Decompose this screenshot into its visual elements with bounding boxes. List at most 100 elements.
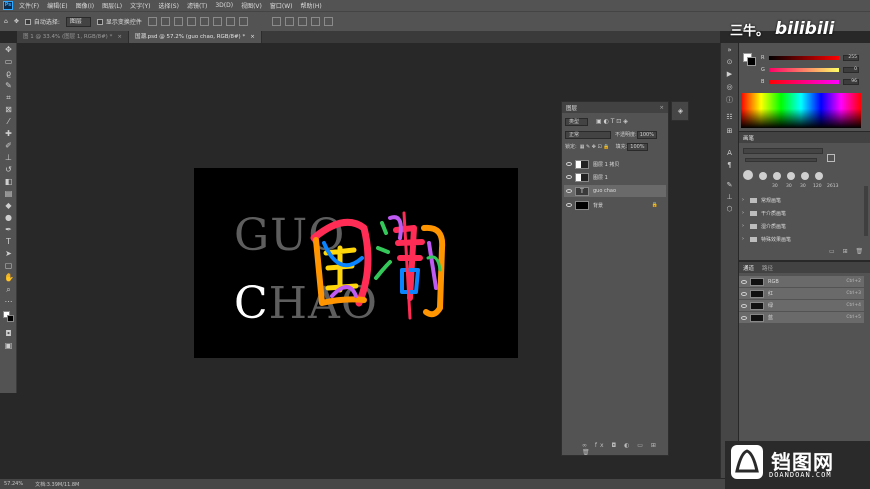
chevron-right-icon[interactable]: › bbox=[742, 223, 744, 229]
blue-bar[interactable] bbox=[769, 80, 839, 84]
brush-panel-actions[interactable]: ▭ ⊞ 🗑 bbox=[829, 248, 866, 255]
layer-row[interactable]: 图层 1 bbox=[564, 171, 666, 183]
auto-select-checkbox[interactable] bbox=[24, 18, 31, 25]
character-icon[interactable]: A bbox=[725, 149, 734, 158]
chevron-right-icon[interactable]: › bbox=[742, 197, 744, 203]
layer-row-selected[interactable]: T guo chao bbox=[564, 185, 666, 197]
menu-help[interactable]: 帮助(H) bbox=[301, 1, 322, 10]
layer-row[interactable]: 背景 🔒 bbox=[564, 199, 666, 211]
quick-select-tool-icon[interactable]: ✎ bbox=[4, 81, 13, 90]
3d-scale-icon[interactable] bbox=[323, 17, 333, 26]
brush-preset[interactable] bbox=[787, 172, 795, 180]
frame-tool-icon[interactable]: ⊠ bbox=[4, 105, 13, 114]
eyedropper-tool-icon[interactable]: ⁄ bbox=[4, 117, 13, 126]
clone-source-icon[interactable]: ⊥ bbox=[725, 193, 734, 202]
show-transform-checkbox[interactable] bbox=[96, 18, 103, 25]
tab-document-1[interactable]: 图 1 @ 33.4% (图层 1, RGB/8#) * × bbox=[17, 31, 129, 43]
tab-document-guochao[interactable]: 国潮.psd @ 57.2% (guo chao, RGB/8#) * × bbox=[128, 31, 262, 43]
chevron-right-icon[interactable]: › bbox=[742, 236, 744, 242]
visibility-eye-icon[interactable] bbox=[741, 291, 747, 296]
brush-folder[interactable]: › 特殊效果画笔 bbox=[742, 233, 862, 245]
blend-mode-dropdown[interactable]: 正常 bbox=[565, 130, 611, 139]
tab-channels[interactable]: 通道 bbox=[743, 264, 754, 272]
clone-stamp-icon[interactable]: ⊥ bbox=[4, 153, 13, 162]
more-tools-icon[interactable]: ⋯ bbox=[4, 297, 13, 306]
3d-orbit-icon[interactable] bbox=[271, 17, 281, 26]
3d-roll-icon[interactable] bbox=[284, 17, 294, 26]
show-transform-option[interactable]: 显示变换控件 bbox=[96, 17, 142, 26]
red-value[interactable]: 255 bbox=[843, 55, 859, 61]
pen-tool-icon[interactable]: ✒ bbox=[4, 225, 13, 234]
channel-row[interactable]: RGB Ctrl+2 bbox=[739, 276, 864, 287]
brush-settings-icon[interactable]: ✎ bbox=[725, 181, 734, 190]
menu-image[interactable]: 图像(I) bbox=[76, 1, 94, 10]
blue-value[interactable]: 96 bbox=[843, 79, 859, 85]
menu-type[interactable]: 文字(Y) bbox=[130, 1, 150, 10]
channel-row[interactable]: 绿 Ctrl+4 bbox=[739, 300, 864, 311]
home-icon[interactable]: ⌂ bbox=[4, 18, 8, 25]
channel-row[interactable]: 红 Ctrl+3 bbox=[739, 288, 864, 299]
type-tool-icon[interactable]: T bbox=[4, 237, 13, 246]
brush-preset[interactable] bbox=[815, 172, 823, 180]
align-bottom-icon[interactable] bbox=[212, 17, 222, 26]
menu-3d[interactable]: 3D(D) bbox=[215, 2, 233, 9]
layers-panel-title[interactable]: 图层 bbox=[566, 104, 577, 112]
brush-preset[interactable] bbox=[801, 172, 809, 180]
adjustments-icon[interactable]: ◎ bbox=[725, 83, 734, 92]
collapse-icon[interactable]: » bbox=[725, 46, 734, 55]
layers-stack-icon[interactable]: ◈ bbox=[676, 107, 685, 116]
distribute-more-icon[interactable] bbox=[238, 17, 248, 26]
menu-layer[interactable]: 图层(L) bbox=[102, 1, 122, 10]
visibility-eye-icon[interactable] bbox=[741, 279, 747, 284]
menu-view[interactable]: 视图(V) bbox=[241, 1, 262, 10]
align-center-icon[interactable] bbox=[160, 17, 170, 26]
move-tool-icon[interactable]: ✥ bbox=[4, 45, 13, 54]
dodge-tool-icon[interactable]: ● bbox=[4, 213, 13, 222]
align-right-icon[interactable] bbox=[173, 17, 183, 26]
shape-tool-icon[interactable]: ▢ bbox=[4, 261, 13, 270]
document-size[interactable]: 文档:3.39M/11.8M bbox=[35, 481, 79, 488]
libraries-icon[interactable]: ⊞ bbox=[725, 127, 734, 136]
visibility-eye-icon[interactable] bbox=[566, 189, 572, 193]
brush-folder[interactable]: › 干介质画笔 bbox=[742, 207, 862, 219]
green-bar[interactable] bbox=[769, 68, 839, 72]
tab-paths[interactable]: 路径 bbox=[762, 264, 773, 272]
layer-filter-dropdown[interactable]: 类型 bbox=[565, 117, 589, 126]
auto-select-dropdown[interactable]: 图层 bbox=[65, 16, 91, 27]
color-spectrum[interactable] bbox=[741, 93, 861, 128]
close-icon[interactable]: × bbox=[117, 34, 122, 40]
healing-brush-icon[interactable]: ✚ bbox=[4, 129, 13, 138]
auto-select-option[interactable]: 自动选择: bbox=[24, 17, 60, 26]
zoom-level[interactable]: 57.24% bbox=[4, 481, 23, 487]
red-slider[interactable]: R 255 bbox=[761, 55, 869, 61]
marquee-tool-icon[interactable]: ▭ bbox=[4, 57, 13, 66]
play-icon[interactable]: ▶ bbox=[725, 70, 734, 79]
background-swatch[interactable] bbox=[747, 57, 756, 66]
visibility-eye-icon[interactable] bbox=[741, 315, 747, 320]
brush-folder[interactable]: › 湿介质画笔 bbox=[742, 220, 862, 232]
green-slider[interactable]: G 0 bbox=[761, 67, 869, 73]
history-brush-icon[interactable]: ↺ bbox=[4, 165, 13, 174]
new-brush-icon[interactable] bbox=[827, 154, 835, 162]
green-value[interactable]: 0 bbox=[843, 67, 859, 73]
brushes-panel-title[interactable]: 画笔 bbox=[743, 134, 754, 142]
eraser-tool-icon[interactable]: ◧ bbox=[4, 177, 13, 186]
distribute-icon[interactable] bbox=[225, 17, 235, 26]
close-icon[interactable]: × bbox=[659, 105, 664, 111]
zoom-tool-icon[interactable]: ⌕ bbox=[4, 285, 13, 294]
lock-icons[interactable]: ▦ ✎ ✥ ⊡ 🔒 bbox=[580, 144, 610, 150]
info-icon[interactable]: ⓘ bbox=[725, 96, 734, 105]
3d-icon[interactable]: ⬡ bbox=[725, 205, 734, 214]
channel-row[interactable]: 蓝 Ctrl+5 bbox=[739, 312, 864, 323]
align-middle-icon[interactable] bbox=[199, 17, 209, 26]
history-icon[interactable]: ⊙ bbox=[725, 58, 734, 67]
red-bar[interactable] bbox=[769, 56, 839, 60]
blue-slider[interactable]: B 96 bbox=[761, 79, 869, 85]
crop-tool-icon[interactable]: ⌗ bbox=[4, 93, 13, 102]
opacity-input[interactable]: 100% bbox=[636, 130, 657, 139]
menu-window[interactable]: 窗口(W) bbox=[270, 1, 293, 10]
3d-slide-icon[interactable] bbox=[310, 17, 320, 26]
filter-icons[interactable]: ▣ ◐ T ⊡ ◈ bbox=[596, 118, 628, 125]
visibility-eye-icon[interactable] bbox=[741, 303, 747, 308]
properties-icon[interactable]: ☷ bbox=[725, 113, 734, 122]
